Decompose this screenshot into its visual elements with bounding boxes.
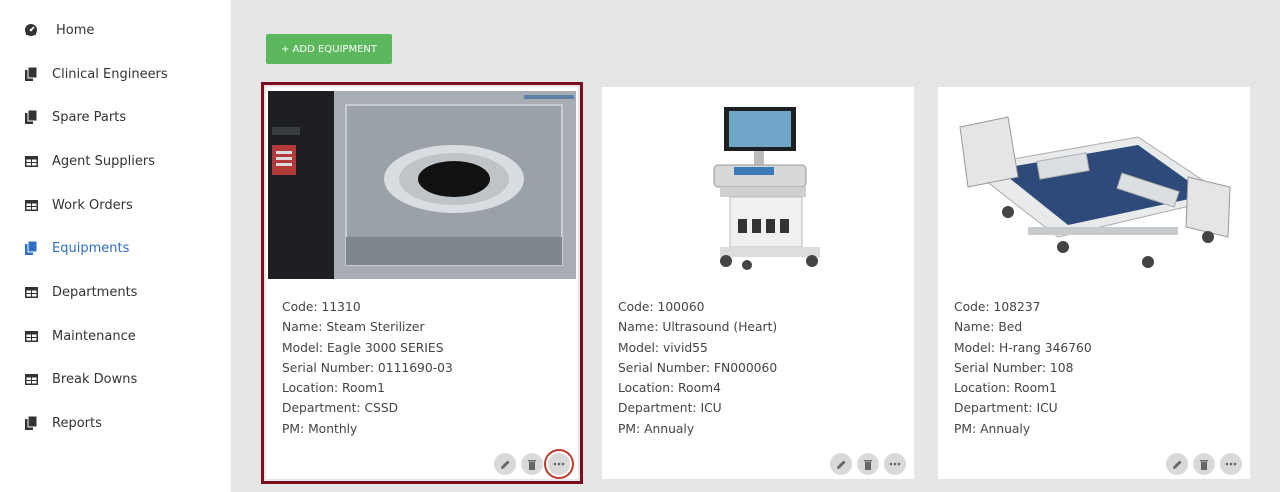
trash-icon	[528, 459, 536, 470]
sidebar-item-label: Equipments	[52, 240, 130, 256]
equipment-location: Location: Room1	[282, 381, 385, 396]
table-icon	[24, 198, 38, 212]
dashboard-icon	[24, 23, 38, 37]
card-actions	[1166, 453, 1242, 475]
equipment-model: Model: H-rang 346760	[954, 340, 1092, 355]
equipment-details: Code: 11310 Name: Steam Sterilizer Model…	[282, 297, 453, 439]
sidebar-item-break-downs[interactable]: Break Downs	[24, 367, 137, 391]
equipment-details: Code: 100060 Name: Ultrasound (Heart) Mo…	[618, 297, 777, 439]
equipment-details: Code: 108237 Name: Bed Model: H-rang 346…	[954, 297, 1092, 439]
equipment-department: Department: ICU	[954, 401, 1058, 416]
equipment-model: Model: vivid55	[618, 340, 708, 355]
copy-icon	[24, 110, 38, 124]
equipment-card[interactable]: Code: 11310 Name: Steam Sterilizer Model…	[261, 82, 583, 484]
edit-button[interactable]	[830, 453, 852, 475]
equipment-serial: Serial Number: 0111690-03	[282, 360, 453, 375]
steam-sterilizer-image	[266, 87, 578, 282]
trash-icon	[864, 459, 872, 470]
delete-button[interactable]	[857, 453, 879, 475]
hospital-bed-image	[938, 87, 1250, 282]
equipment-code: Code: 108237	[954, 300, 1041, 314]
equipment-serial: Serial Number: FN000060	[618, 360, 778, 375]
more-options-button[interactable]	[1220, 453, 1242, 475]
ellipsis-icon	[1225, 462, 1237, 466]
add-equipment-button[interactable]: + ADD EQUIPMENT	[266, 34, 392, 64]
pencil-icon	[1172, 460, 1181, 469]
sidebar-item-clinical-engineers[interactable]: Clinical Engineers	[24, 62, 168, 86]
sidebar-item-label: Maintenance	[52, 328, 136, 344]
equipment-code: Code: 100060	[618, 300, 705, 314]
copy-icon	[24, 241, 38, 255]
sidebar-item-agent-suppliers[interactable]: Agent Suppliers	[24, 149, 155, 173]
equipment-model: Model: Eagle 3000 SERIES	[282, 340, 444, 355]
sidebar-item-reports[interactable]: Reports	[24, 411, 102, 435]
sidebar-item-spare-parts[interactable]: Spare Parts	[24, 105, 126, 129]
main-content: + ADD EQUIPMENT Code: 11310 Name: Steam …	[231, 0, 1280, 492]
card-actions	[830, 453, 906, 475]
card-actions	[494, 449, 574, 479]
sidebar-item-maintenance[interactable]: Maintenance	[24, 324, 136, 348]
equipment-card[interactable]: Code: 100060 Name: Ultrasound (Heart) Mo…	[602, 87, 914, 479]
equipment-department: Department: CSSD	[282, 401, 399, 416]
sidebar-item-label: Reports	[52, 415, 102, 431]
trash-icon	[1200, 459, 1208, 470]
sidebar-item-label: Clinical Engineers	[52, 66, 168, 82]
equipment-code: Code: 11310	[282, 300, 361, 314]
table-icon	[24, 372, 38, 386]
equipment-pm: PM: Annualy	[618, 421, 695, 436]
delete-button[interactable]	[1193, 453, 1215, 475]
equipment-name: Name: Ultrasound (Heart)	[618, 320, 778, 335]
sidebar: Home Clinical Engineers Spare Parts Agen…	[0, 0, 231, 492]
equipment-location: Location: Room4	[618, 381, 721, 396]
copy-icon	[24, 67, 38, 81]
copy-icon	[24, 416, 38, 430]
equipment-name: Name: Steam Sterilizer	[282, 320, 425, 335]
table-icon	[24, 329, 38, 343]
ultrasound-machine-image	[602, 87, 914, 282]
equipment-department: Department: ICU	[618, 401, 722, 416]
pencil-icon	[500, 460, 509, 469]
sidebar-item-label: Departments	[52, 284, 138, 300]
edit-button[interactable]	[1166, 453, 1188, 475]
sidebar-item-departments[interactable]: Departments	[24, 280, 137, 304]
table-icon	[24, 285, 38, 299]
ellipsis-icon	[889, 462, 901, 466]
equipment-pm: PM: Monthly	[282, 421, 358, 436]
sidebar-item-label: Home	[56, 22, 95, 38]
edit-button[interactable]	[494, 453, 516, 475]
equipment-name: Name: Bed	[954, 320, 1023, 335]
equipment-location: Location: Room1	[954, 381, 1057, 396]
table-icon	[24, 154, 38, 168]
pencil-icon	[836, 460, 845, 469]
delete-button[interactable]	[521, 453, 543, 475]
sidebar-item-label: Agent Suppliers	[52, 153, 155, 169]
more-options-button[interactable]	[544, 449, 574, 479]
more-options-button[interactable]	[884, 453, 906, 475]
equipment-serial: Serial Number: 108	[954, 360, 1074, 375]
sidebar-item-work-orders[interactable]: Work Orders	[24, 193, 133, 217]
sidebar-item-label: Break Downs	[52, 371, 138, 387]
equipment-pm: PM: Annualy	[954, 421, 1031, 436]
sidebar-item-label: Spare Parts	[52, 109, 127, 125]
ellipsis-icon	[553, 462, 565, 466]
equipment-card[interactable]: Code: 108237 Name: Bed Model: H-rang 346…	[938, 87, 1250, 479]
sidebar-item-home[interactable]: Home	[24, 18, 94, 42]
sidebar-item-equipments[interactable]: Equipments	[24, 236, 129, 260]
sidebar-item-label: Work Orders	[52, 197, 133, 213]
